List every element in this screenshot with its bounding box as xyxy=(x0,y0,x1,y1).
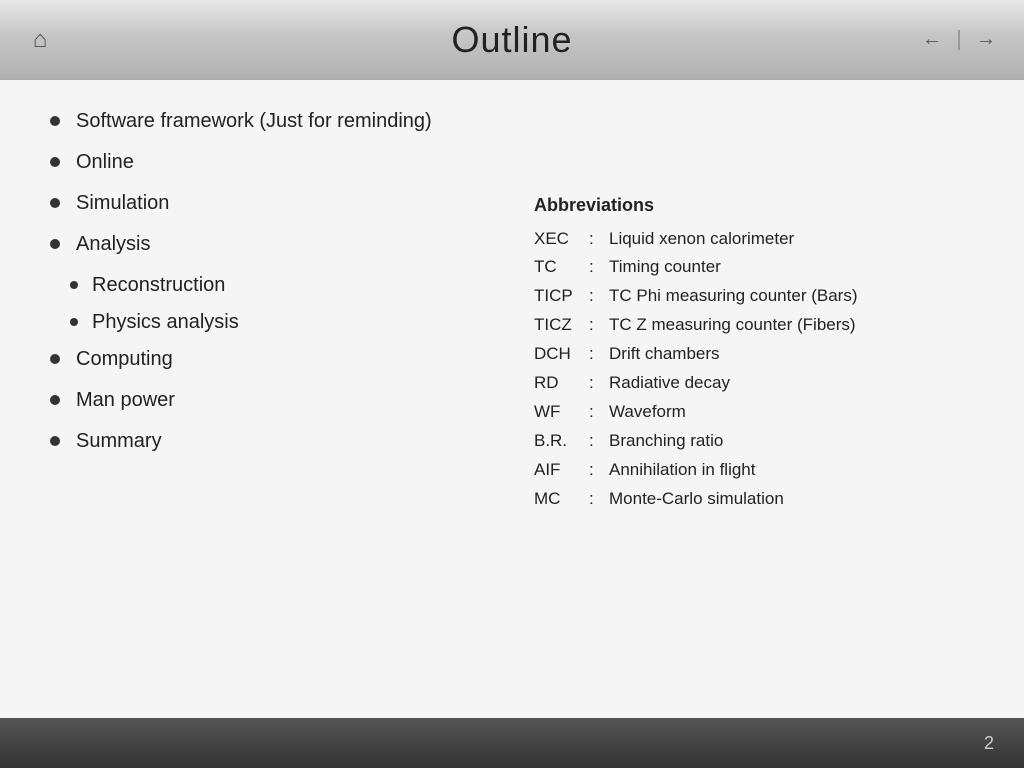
abbrev-key: DCH xyxy=(534,340,589,369)
abbreviations-box: Abbreviations XEC : Liquid xenon calorim… xyxy=(534,190,974,514)
abbrev-val: Radiative decay xyxy=(609,369,730,398)
abbrev-key: RD xyxy=(534,369,589,398)
list-item: Physics analysis xyxy=(70,311,514,334)
bullet-text: Summary xyxy=(76,430,162,453)
list-item: Computing xyxy=(50,348,514,371)
home-button[interactable]: ⌂ xyxy=(20,20,60,60)
abbrev-val: TC Z measuring counter (Fibers) xyxy=(609,311,856,340)
abbrev-colon: : xyxy=(589,456,609,485)
list-item: Simulation xyxy=(50,192,514,215)
list-item: Man power xyxy=(50,389,514,412)
bullet-icon xyxy=(70,318,78,326)
abbrev-colon: : xyxy=(589,253,609,282)
abbrev-colon: : xyxy=(589,340,609,369)
bullet-icon xyxy=(50,395,60,405)
abbrev-key: XEC xyxy=(534,225,589,254)
sub-items: Reconstruction Physics analysis xyxy=(70,274,514,348)
abbrev-key: AIF xyxy=(534,456,589,485)
abbrev-val: Liquid xenon calorimeter xyxy=(609,225,794,254)
abbreviations-title: Abbreviations xyxy=(534,190,974,221)
page-title: Outline xyxy=(451,19,572,61)
abbrev-key: TICP xyxy=(534,282,589,311)
abbrev-val: Timing counter xyxy=(609,253,721,282)
abbrev-key: TICZ xyxy=(534,311,589,340)
bullet-text: Physics analysis xyxy=(92,311,239,334)
list-item: Reconstruction xyxy=(70,274,514,297)
bullet-icon xyxy=(50,157,60,167)
nav-back-button[interactable]: ← xyxy=(914,22,950,58)
bullet-icon xyxy=(50,116,60,126)
abbrev-row: WF : Waveform xyxy=(534,398,974,427)
abbrev-key: MC xyxy=(534,485,589,514)
left-panel: Software framework (Just for reminding) … xyxy=(50,110,514,688)
list-item: Online xyxy=(50,151,514,174)
bullet-text: Software framework (Just for reminding) xyxy=(76,110,432,133)
abbrev-row: B.R. : Branching ratio xyxy=(534,427,974,456)
right-panel: Abbreviations XEC : Liquid xenon calorim… xyxy=(534,110,974,688)
bullet-text: Computing xyxy=(76,348,173,371)
abbrev-row: MC : Monte-Carlo simulation xyxy=(534,485,974,514)
list-item: Analysis xyxy=(50,233,514,256)
bullet-icon xyxy=(70,281,78,289)
abbrev-row: DCH : Drift chambers xyxy=(534,340,974,369)
abbrev-colon: : xyxy=(589,485,609,514)
abbrev-val: TC Phi measuring counter (Bars) xyxy=(609,282,857,311)
bullet-icon xyxy=(50,239,60,249)
nav-forward-button[interactable]: → xyxy=(968,22,1004,58)
bullet-text: Man power xyxy=(76,389,175,412)
abbrev-row: XEC : Liquid xenon calorimeter xyxy=(534,225,974,254)
abbrev-row: TC : Timing counter xyxy=(534,253,974,282)
list-item: Software framework (Just for reminding) xyxy=(50,110,514,133)
bullet-icon xyxy=(50,198,60,208)
nav-separator xyxy=(958,30,960,50)
bullet-text: Reconstruction xyxy=(92,274,225,297)
page-number: 2 xyxy=(984,733,994,754)
abbrev-colon: : xyxy=(589,398,609,427)
abbrev-row: TICP : TC Phi measuring counter (Bars) xyxy=(534,282,974,311)
abbrev-key: TC xyxy=(534,253,589,282)
nav-buttons: ← → xyxy=(914,22,1004,58)
header: ⌂ Outline ← → xyxy=(0,0,1024,80)
footer: 2 xyxy=(0,718,1024,768)
abbrev-colon: : xyxy=(589,225,609,254)
abbrev-val: Drift chambers xyxy=(609,340,720,369)
bullet-text: Analysis xyxy=(76,233,150,256)
main-content: Software framework (Just for reminding) … xyxy=(0,80,1024,718)
bullet-icon xyxy=(50,436,60,446)
list-item: Summary xyxy=(50,430,514,453)
abbrev-val: Branching ratio xyxy=(609,427,723,456)
abbrev-colon: : xyxy=(589,427,609,456)
bullet-icon xyxy=(50,354,60,364)
abbrev-val: Annihilation in flight xyxy=(609,456,755,485)
abbrev-key: WF xyxy=(534,398,589,427)
abbrev-colon: : xyxy=(589,282,609,311)
bullet-text: Online xyxy=(76,151,134,174)
abbrev-colon: : xyxy=(589,369,609,398)
abbrev-val: Monte-Carlo simulation xyxy=(609,485,784,514)
abbrev-row: AIF : Annihilation in flight xyxy=(534,456,974,485)
abbrev-val: Waveform xyxy=(609,398,686,427)
bullet-text: Simulation xyxy=(76,192,169,215)
abbrev-colon: : xyxy=(589,311,609,340)
abbrev-row: TICZ : TC Z measuring counter (Fibers) xyxy=(534,311,974,340)
abbrev-row: RD : Radiative decay xyxy=(534,369,974,398)
abbrev-key: B.R. xyxy=(534,427,589,456)
